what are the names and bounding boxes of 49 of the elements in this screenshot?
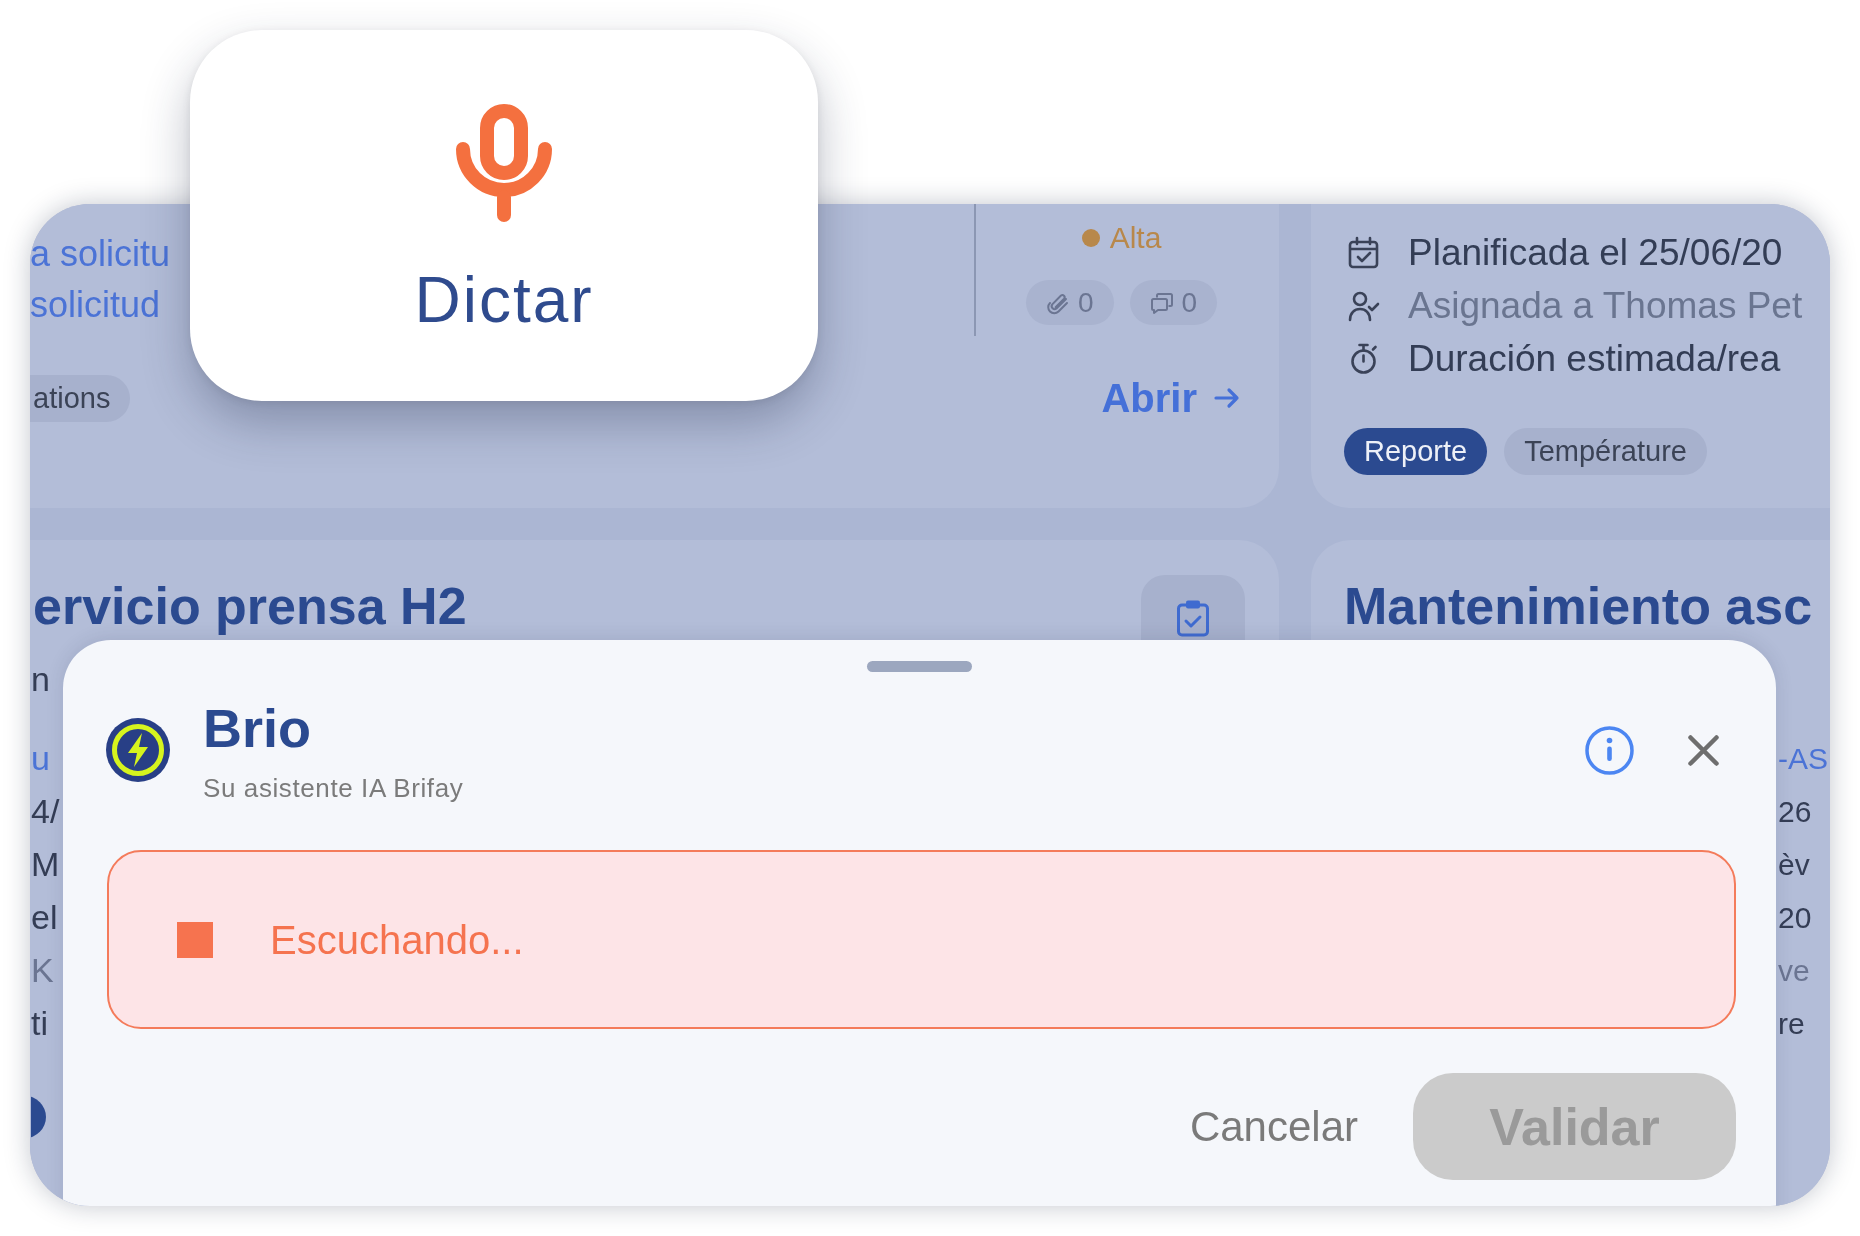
- request-link[interactable]: solicitud: [30, 279, 161, 330]
- stop-icon[interactable]: [177, 921, 213, 958]
- open-link[interactable]: Abrir: [1101, 374, 1240, 422]
- task-detail-text: re: [1778, 1006, 1805, 1042]
- lightning-bolt-icon: [106, 718, 170, 782]
- comment-counter[interactable]: 0: [1129, 280, 1218, 325]
- info-button[interactable]: [1585, 725, 1634, 775]
- request-link[interactable]: a solicitu: [30, 228, 171, 279]
- close-button[interactable]: [1688, 734, 1719, 766]
- task-detail-text: èv: [1778, 847, 1810, 883]
- person-check-icon: [1347, 289, 1380, 322]
- task-detail-text: ve: [1778, 953, 1810, 989]
- dictate-button[interactable]: Dictar: [190, 30, 818, 401]
- task-detail-text: 4/: [31, 791, 60, 832]
- tag: ations: [30, 375, 131, 422]
- calendar-check-icon: [1347, 236, 1380, 269]
- priority-label: Alta: [1109, 220, 1162, 256]
- task-detail-text: 26: [1778, 794, 1812, 830]
- dictation-field[interactable]: Escuchando...: [107, 850, 1736, 1029]
- info-icon: [1585, 725, 1634, 775]
- tag: Reporte: [1344, 428, 1488, 475]
- task-link[interactable]: -AS: [1778, 732, 1828, 785]
- assistant-name: Brio: [203, 697, 311, 760]
- task-detail-text: K: [31, 950, 54, 991]
- assignee-text: Asignada a Thomas Pet: [1408, 283, 1803, 328]
- attachment-count: 0: [1077, 286, 1094, 319]
- close-icon: [1688, 734, 1719, 766]
- task-subtitle: n: [31, 659, 50, 700]
- clipboard-check-icon: [1176, 599, 1210, 637]
- task-title: ervicio prensa H2: [32, 576, 467, 636]
- listening-status: Escuchando...: [270, 916, 524, 964]
- comment-count: 0: [1181, 286, 1198, 319]
- task-detail-text: ti: [31, 1003, 48, 1044]
- assistant-subtitle: Su asistente IA Brifay: [203, 772, 464, 804]
- microphone-icon: [456, 103, 552, 222]
- task-link[interactable]: u: [31, 732, 50, 785]
- attachment-counter[interactable]: 0: [1025, 280, 1114, 325]
- duration-text: Duración estimada/rea: [1408, 336, 1781, 381]
- cancel-button[interactable]: Cancelar: [1189, 1101, 1358, 1152]
- task-detail-text: M: [31, 844, 60, 885]
- task-title: Mantenimiento asc: [1343, 576, 1813, 636]
- comments-icon: [1149, 290, 1174, 315]
- arrow-right-icon: [1214, 387, 1240, 409]
- drag-handle[interactable]: [867, 661, 972, 672]
- planned-date-text: Planificada el 25/06/20: [1408, 230, 1783, 275]
- clipboard-button[interactable]: [1141, 575, 1245, 640]
- task-detail-text: 20: [1778, 900, 1812, 936]
- task-detail-text: el: [31, 897, 58, 938]
- tag: Température: [1504, 428, 1707, 475]
